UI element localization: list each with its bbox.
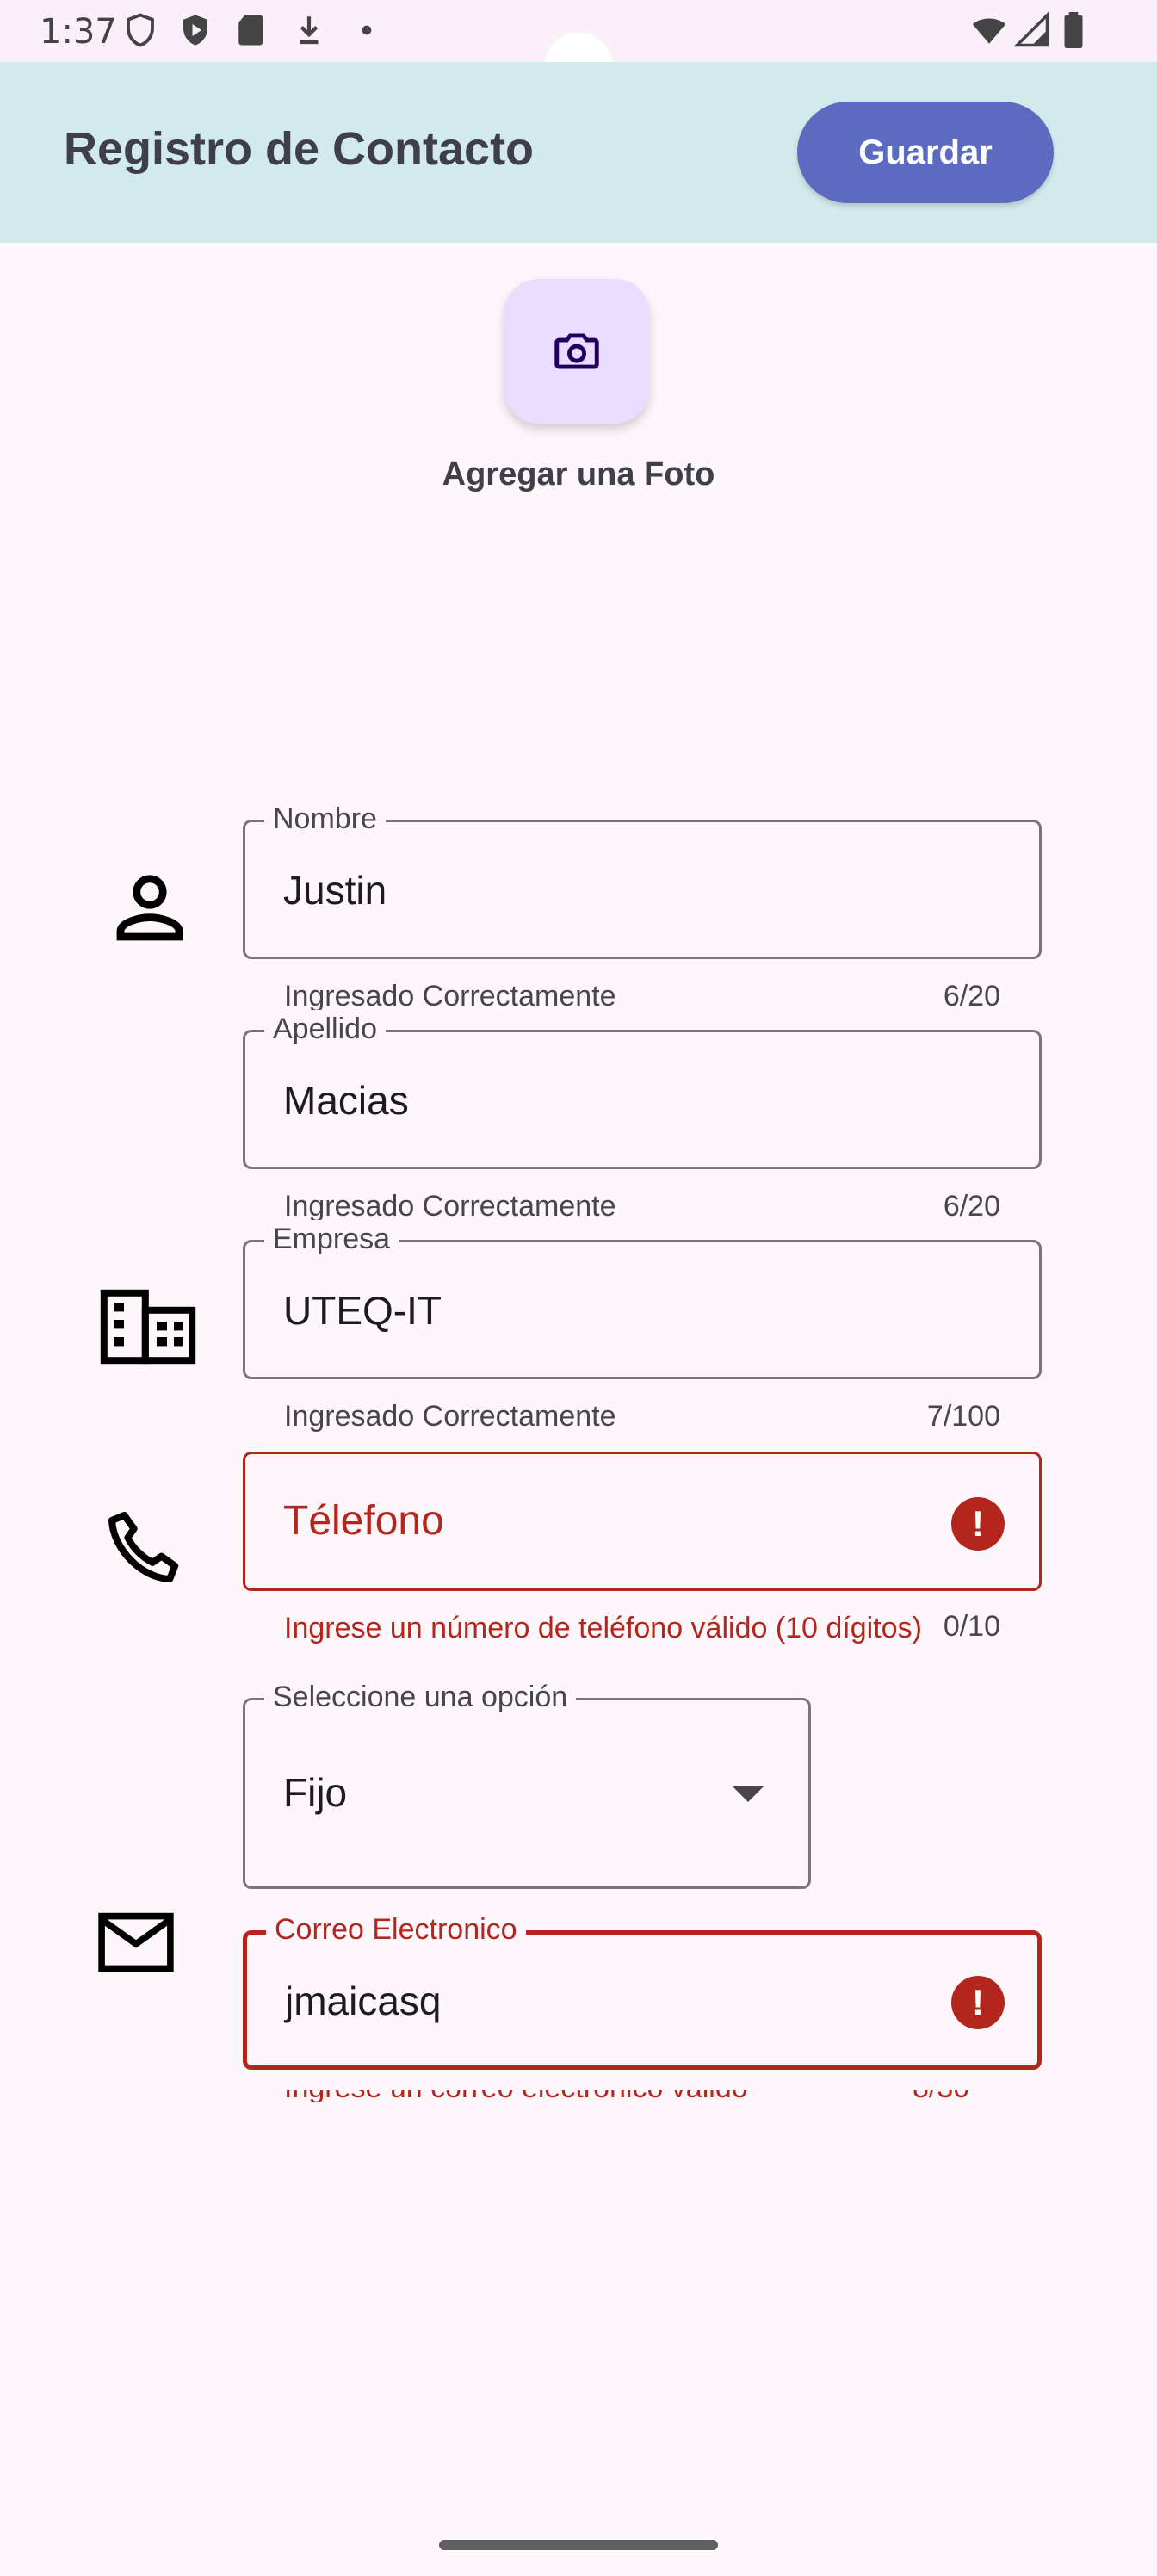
last-name-field[interactable]: Apellido Macias <box>243 1010 1042 1169</box>
first-name-value: Justin <box>283 868 387 913</box>
last-name-helper: Ingresado Correctamente <box>284 1190 616 1223</box>
email-field[interactable]: Correo Electronico jmaicasq ! <box>243 1910 1042 2070</box>
notification-dot-icon <box>362 25 372 35</box>
play-protect-icon <box>183 15 207 46</box>
company-label: Empresa <box>264 1220 399 1258</box>
phone-type-select[interactable]: Seleccione una opción Fijo <box>243 1678 811 1889</box>
phone-type-value: Fijo <box>283 1770 348 1815</box>
cell-signal-icon <box>1014 12 1049 47</box>
error-icon: ! <box>951 1497 1005 1551</box>
phone-field[interactable]: Télefono ! <box>243 1452 1042 1591</box>
shield-icon <box>127 13 154 47</box>
phone-type-label: Seleccione una opción <box>264 1678 577 1716</box>
camera-icon <box>554 333 599 369</box>
download-icon <box>300 16 319 45</box>
page-title: Registro de Contacto <box>64 123 535 175</box>
email-counter: 8/30 <box>913 2090 999 2102</box>
phone-icon <box>108 1512 179 1582</box>
error-icon: ! <box>951 1976 1005 2029</box>
mail-icon <box>98 1912 174 1972</box>
save-button[interactable]: Guardar <box>797 102 1054 203</box>
phone-placeholder: Télefono <box>283 1498 444 1544</box>
email-helper-clipped: Ingrese un correo electrónico válido <box>284 2090 999 2102</box>
last-name-counter: 6/20 <box>943 1190 1000 1223</box>
first-name-helper: Ingresado Correctamente <box>284 980 616 1012</box>
company-field[interactable]: Empresa UTEQ-IT <box>243 1220 1042 1379</box>
phone-counter: 0/10 <box>943 1610 1000 1643</box>
dropdown-arrow-icon[interactable] <box>733 1786 764 1802</box>
battery-icon <box>1064 12 1083 48</box>
wifi-icon <box>972 18 1006 44</box>
company-value: UTEQ-IT <box>283 1288 442 1333</box>
sd-card-icon <box>238 15 263 46</box>
status-time: 1:37 <box>40 12 117 52</box>
email-label: Correo Electronico <box>266 1910 526 1948</box>
phone-helper: Ingrese un número de teléfono válido (10… <box>284 1612 922 1644</box>
email-helper: Ingrese un correo electrónico válido <box>284 2090 999 2102</box>
first-name-field[interactable]: Nombre Justin <box>243 800 1042 959</box>
last-name-label: Apellido <box>264 1010 386 1048</box>
email-value: jmaicasq <box>285 1978 442 2023</box>
add-photo-label: Agregar una Foto <box>442 456 715 492</box>
last-name-value: Macias <box>283 1078 409 1123</box>
first-name-label: Nombre <box>264 800 386 838</box>
email-counter-clipped: 8/30 <box>913 2090 999 2102</box>
company-counter: 7/100 <box>926 1400 1000 1433</box>
person-icon <box>116 875 183 941</box>
home-indicator[interactable] <box>439 2540 718 2550</box>
company-helper: Ingresado Correctamente <box>284 1400 616 1433</box>
add-photo-button[interactable] <box>504 279 649 424</box>
business-icon <box>100 1289 196 1365</box>
first-name-counter: 6/20 <box>943 980 1000 1012</box>
